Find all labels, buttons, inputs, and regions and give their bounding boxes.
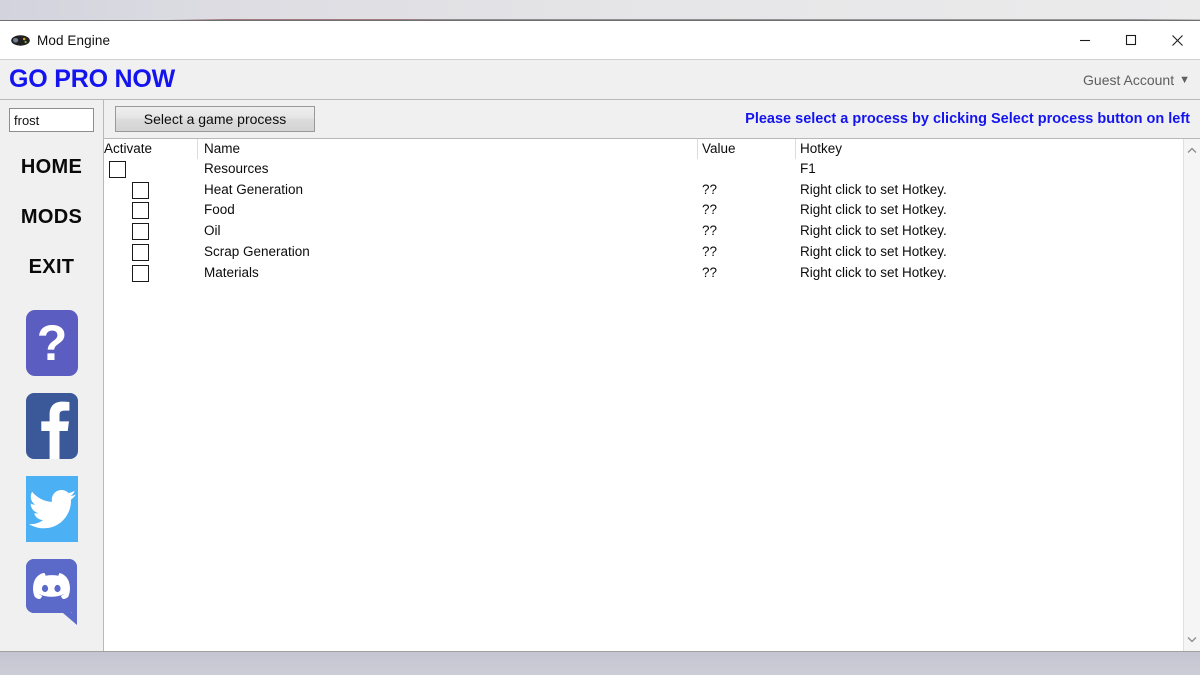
table-row[interactable]: Heat Generation?? Right click to set Hotk… xyxy=(104,180,1183,201)
discord-icon[interactable] xyxy=(14,557,89,630)
activate-checkbox[interactable] xyxy=(132,182,149,199)
window-title: Mod Engine xyxy=(37,33,110,48)
table-row[interactable]: Oil?? Right click to set Hotkey. xyxy=(104,221,1183,242)
chevron-up-icon[interactable] xyxy=(1184,142,1200,159)
row-name: Food xyxy=(204,202,235,217)
row-hotkey[interactable]: F1 xyxy=(800,161,816,176)
question-mark-icon[interactable]: ? xyxy=(14,308,89,381)
twitter-icon[interactable] xyxy=(14,474,89,547)
column-header-name[interactable]: Name xyxy=(204,141,240,156)
activate-checkbox[interactable] xyxy=(132,265,149,282)
main-panel: Select a game process Please select a pr… xyxy=(104,100,1200,651)
chevron-down-icon[interactable] xyxy=(1184,631,1200,648)
row-hotkey[interactable]: Right click to set Hotkey. xyxy=(800,223,947,238)
mod-table: Activate Name Value Hotkey Resources F1 Heat … xyxy=(104,139,1200,651)
select-game-process-button[interactable]: Select a game process xyxy=(115,106,315,132)
table-row[interactable]: Resources F1 xyxy=(104,159,1183,180)
row-name: Heat Generation xyxy=(204,182,303,197)
table-row[interactable]: Materials?? Right click to set Hotkey. xyxy=(104,263,1183,284)
table-row[interactable]: Scrap Generation?? Right click to set Hot… xyxy=(104,242,1183,263)
row-value[interactable]: ?? xyxy=(702,265,717,280)
social-links: ? xyxy=(14,308,89,630)
desktop-background-bottom xyxy=(0,652,1200,675)
window-controls xyxy=(1062,21,1200,59)
account-label: Guest Account xyxy=(1083,72,1174,88)
row-value[interactable]: ?? xyxy=(702,202,717,217)
close-button[interactable] xyxy=(1154,21,1200,59)
svg-text:?: ? xyxy=(37,315,68,371)
column-separator-2[interactable] xyxy=(795,139,796,159)
activate-checkbox[interactable] xyxy=(132,244,149,261)
column-separator-1[interactable] xyxy=(697,139,698,159)
column-header-activate[interactable]: Activate xyxy=(104,141,152,156)
row-hotkey[interactable]: Right click to set Hotkey. xyxy=(800,182,947,197)
row-name: Scrap Generation xyxy=(204,244,310,259)
table-body: Activate Name Value Hotkey Resources F1 Heat … xyxy=(104,139,1183,651)
promo-banner: GO PRO NOW Guest Account ▼ xyxy=(0,59,1200,100)
sidebar-item-mods[interactable]: MODS xyxy=(0,206,104,229)
column-header-value[interactable]: Value xyxy=(702,141,736,156)
desktop-background-top xyxy=(0,0,1200,20)
activate-checkbox[interactable] xyxy=(109,161,126,178)
row-value[interactable]: ?? xyxy=(702,244,717,259)
gamepad-icon xyxy=(10,30,30,50)
account-menu[interactable]: Guest Account ▼ xyxy=(1083,72,1190,88)
row-value[interactable]: ?? xyxy=(702,223,717,238)
column-header-hotkey[interactable]: Hotkey xyxy=(800,141,842,156)
go-pro-now-link[interactable]: GO PRO NOW xyxy=(9,67,175,92)
activate-checkbox[interactable] xyxy=(132,223,149,240)
window-body: HOME MODS EXIT ? xyxy=(0,100,1200,651)
vertical-scrollbar[interactable] xyxy=(1183,139,1200,651)
search-input[interactable] xyxy=(9,108,94,132)
table-header-row: Activate Name Value Hotkey xyxy=(104,139,1183,159)
row-value[interactable]: ?? xyxy=(702,182,717,197)
maximize-button[interactable] xyxy=(1108,21,1154,59)
row-hotkey[interactable]: Right click to set Hotkey. xyxy=(800,202,947,217)
toolbar: Select a game process Please select a pr… xyxy=(104,100,1200,139)
chevron-down-icon: ▼ xyxy=(1179,74,1190,86)
row-hotkey[interactable]: Right click to set Hotkey. xyxy=(800,265,947,280)
row-name: Materials xyxy=(204,265,259,280)
application-window: Mod Engine GO PRO NOW Gu xyxy=(0,20,1200,652)
activate-checkbox[interactable] xyxy=(132,202,149,219)
status-message: Please select a process by clicking Sele… xyxy=(745,111,1190,127)
row-name: Resources xyxy=(204,161,269,176)
row-name: Oil xyxy=(204,223,221,238)
column-separator-0[interactable] xyxy=(197,139,198,159)
minimize-button[interactable] xyxy=(1062,21,1108,59)
facebook-icon[interactable] xyxy=(14,391,89,464)
row-hotkey[interactable]: Right click to set Hotkey. xyxy=(800,244,947,259)
sidebar-item-home[interactable]: HOME xyxy=(0,156,104,179)
sidebar-item-exit[interactable]: EXIT xyxy=(0,256,104,279)
scrollbar-track[interactable] xyxy=(1184,159,1200,631)
title-bar: Mod Engine xyxy=(0,21,1200,59)
table-row[interactable]: Food?? Right click to set Hotkey. xyxy=(104,200,1183,221)
sidebar: HOME MODS EXIT ? xyxy=(0,100,104,651)
